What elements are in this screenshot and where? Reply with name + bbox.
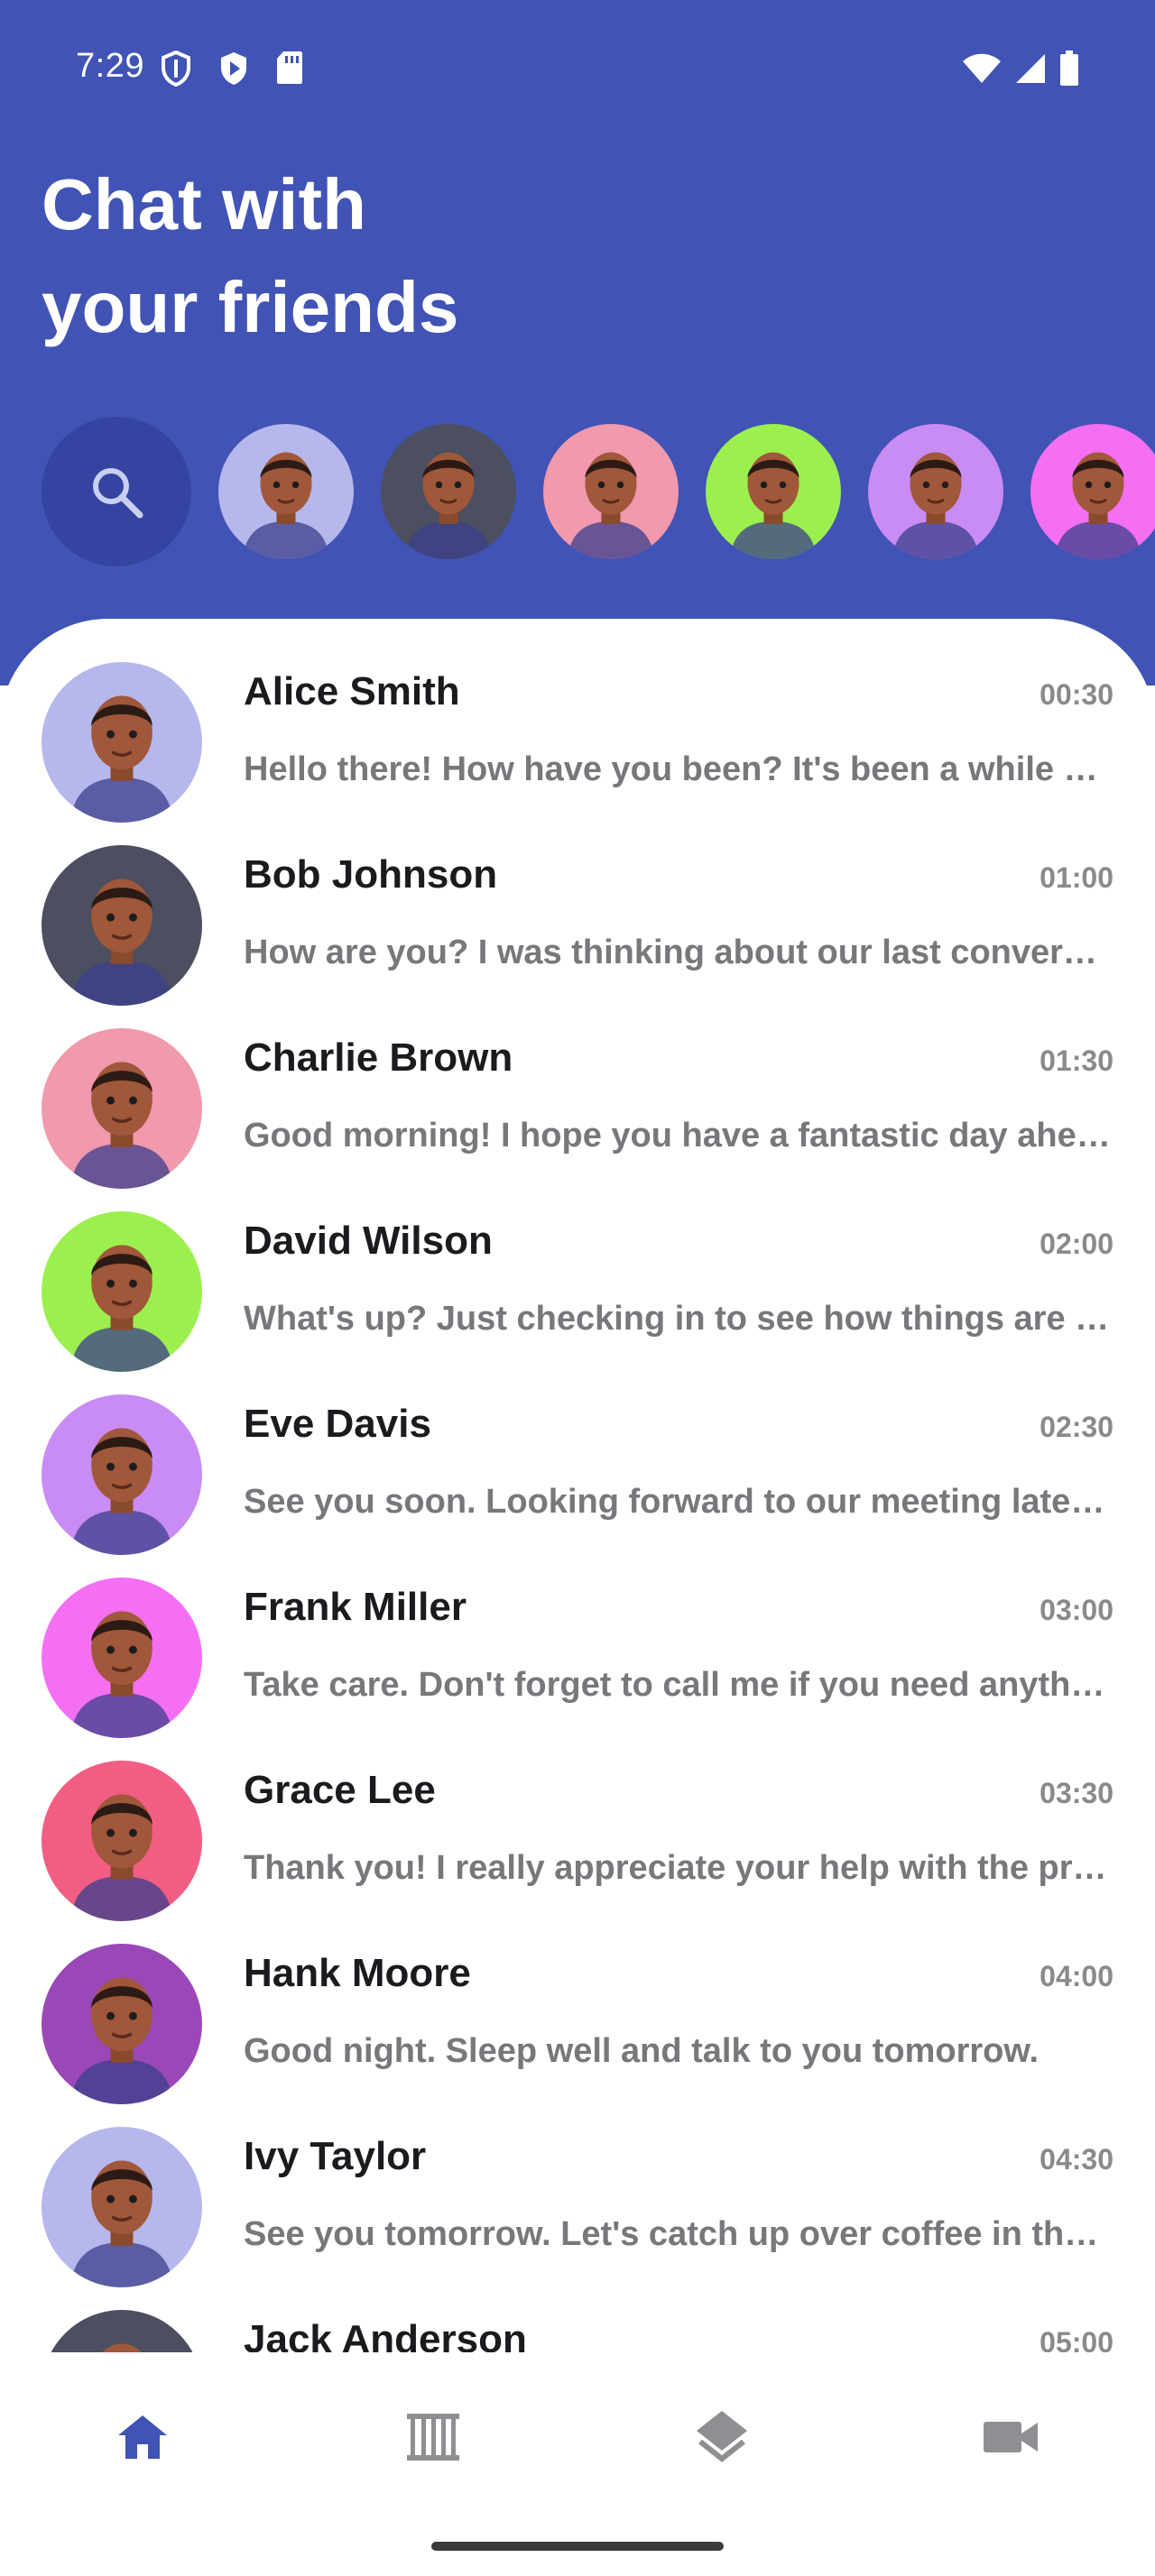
status-time: 7:29 — [76, 47, 144, 85]
message-preview: Hello there! How have you been? It's bee… — [244, 750, 1113, 788]
message-preview: Thank you! I really appreciate your help… — [244, 1849, 1113, 1887]
nav-layers[interactable] — [686, 2401, 758, 2473]
layers-icon — [695, 2409, 749, 2465]
avatar — [42, 1211, 202, 1372]
title-line-2: your friends — [42, 267, 459, 347]
avatar — [42, 1944, 202, 2104]
message-time: 03:30 — [1040, 1777, 1113, 1809]
contact-name: Jack Anderson — [244, 2317, 527, 2354]
chat-row[interactable]: Grace Lee 03:30 Thank you! I really apprec… — [0, 1759, 1155, 1942]
message-time: 04:30 — [1040, 2143, 1113, 2176]
wifi-icon — [962, 52, 1002, 85]
story-avatar[interactable] — [1030, 424, 1155, 559]
avatar — [42, 1578, 202, 1738]
story-avatar[interactable] — [706, 424, 841, 559]
contact-name: David Wilson — [244, 1219, 493, 1263]
story-avatar[interactable] — [381, 424, 516, 559]
chat-row[interactable]: Eve Davis 02:30 See you soon. Looking forw… — [0, 1393, 1155, 1576]
message-time: 05:00 — [1040, 2326, 1113, 2354]
message-time: 00:30 — [1040, 678, 1113, 711]
message-time: 04:00 — [1040, 1960, 1113, 1992]
search-button[interactable] — [42, 417, 191, 566]
story-avatar[interactable] — [868, 424, 1003, 559]
chat-row[interactable]: Frank Miller 03:00 Take care. Don't forget… — [0, 1576, 1155, 1759]
signal-icon — [1014, 52, 1047, 85]
header: 7:29 Chat with your friends — [0, 0, 1155, 685]
message-preview: See you tomorrow. Let's catch up over co… — [244, 2215, 1113, 2253]
message-preview: Good morning! I hope you have a fantasti… — [244, 1117, 1113, 1155]
page-title: Chat with your friends — [42, 153, 458, 359]
message-preview: Take care. Don't forget to call me if yo… — [244, 1666, 1113, 1704]
message-preview: How are you? I was thinking about our la… — [244, 934, 1113, 971]
home-indicator[interactable] — [431, 2542, 724, 2551]
status-bar: 7:29 — [0, 0, 1155, 135]
avatar — [42, 2310, 202, 2354]
bottom-nav — [0, 2352, 1155, 2576]
search-icon — [88, 463, 145, 520]
message-time: 02:00 — [1040, 1228, 1113, 1260]
message-preview: See you soon. Looking forward to our mee… — [244, 1483, 1113, 1521]
chat-sheet: Alice Smith 00:30 Hello there! How have yo… — [0, 619, 1155, 2354]
columns-icon — [405, 2412, 461, 2462]
video-camera-icon — [982, 2418, 1040, 2456]
chat-row[interactable]: Alice Smith 00:30 Hello there! How have yo… — [0, 660, 1155, 843]
contact-name: Hank Moore — [244, 1951, 471, 1995]
chat-row[interactable]: Jack Anderson 05:00 — [0, 2308, 1155, 2354]
chat-row[interactable]: Hank Moore 04:00 Good night. Sleep well an… — [0, 1942, 1155, 2125]
contact-name: Bob Johnson — [244, 852, 498, 897]
avatar — [42, 1761, 202, 1921]
story-avatar[interactable] — [543, 424, 679, 559]
message-time: 02:30 — [1040, 1411, 1113, 1443]
contact-name: Charlie Brown — [244, 1035, 513, 1080]
contact-name: Eve Davis — [244, 1402, 431, 1446]
message-time: 03:00 — [1040, 1594, 1113, 1626]
avatar — [42, 2127, 202, 2287]
message-time: 01:00 — [1040, 861, 1113, 894]
contact-name: Frank Miller — [244, 1585, 467, 1629]
avatar — [42, 1394, 202, 1555]
home-icon — [116, 2414, 169, 2461]
sd-card-icon — [276, 51, 303, 87]
play-shield-icon — [218, 51, 249, 87]
message-preview: Good night. Sleep well and talk to you t… — [244, 2032, 1040, 2070]
chat-row[interactable]: David Wilson 02:00 What's up? Just checkin… — [0, 1210, 1155, 1393]
message-preview: What's up? Just checking in to see how t… — [244, 1300, 1113, 1338]
stories-row — [42, 417, 1155, 566]
story-avatar[interactable] — [218, 424, 354, 559]
contact-name: Grace Lee — [244, 1768, 436, 1812]
title-line-1: Chat with — [42, 164, 366, 244]
chat-list: Alice Smith 00:30 Hello there! How have yo… — [0, 660, 1155, 2354]
nav-video[interactable] — [975, 2401, 1047, 2473]
avatar — [42, 662, 202, 823]
message-time: 01:30 — [1040, 1044, 1113, 1077]
chat-row[interactable]: Bob Johnson 01:00 How are you? I was think… — [0, 843, 1155, 1026]
chat-row[interactable]: Charlie Brown 01:30 Good morning! I hope y… — [0, 1026, 1155, 1210]
contact-name: Alice Smith — [244, 669, 460, 713]
chat-row[interactable]: Ivy Taylor 04:30 See you tomorrow. Let's c… — [0, 2125, 1155, 2308]
nav-home[interactable] — [106, 2401, 179, 2473]
nav-columns[interactable] — [397, 2401, 469, 2473]
battery-icon — [1059, 51, 1079, 87]
avatar — [42, 845, 202, 1006]
contact-name: Ivy Taylor — [244, 2134, 427, 2178]
shield-outline-icon — [161, 51, 191, 87]
avatar — [42, 1028, 202, 1189]
